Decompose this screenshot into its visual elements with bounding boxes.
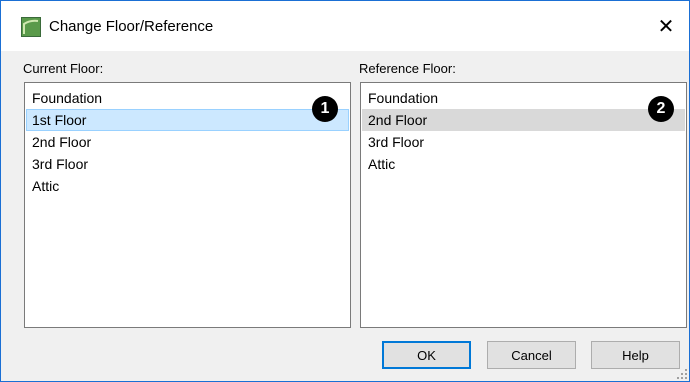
callout-badge-1: 1: [312, 96, 338, 122]
reference-floor-item[interactable]: 3rd Floor: [362, 131, 685, 153]
close-icon: ✕: [657, 15, 675, 38]
ok-button[interactable]: OK: [382, 341, 471, 369]
reference-floor-item[interactable]: Attic: [362, 153, 685, 175]
title-bar: Change Floor/Reference ✕: [1, 1, 689, 51]
reference-floor-list[interactable]: Foundation 2nd Floor 3rd Floor Attic: [360, 82, 687, 328]
callout-badge-2: 2: [648, 96, 674, 122]
reference-floor-item-selected[interactable]: 2nd Floor: [362, 109, 685, 131]
reference-floor-item[interactable]: Foundation: [362, 87, 685, 109]
help-button[interactable]: Help: [591, 341, 680, 369]
app-icon: [21, 17, 41, 37]
dialog-title: Change Floor/Reference: [49, 18, 214, 35]
change-floor-dialog: Change Floor/Reference ✕ Current Floor: …: [0, 0, 690, 382]
current-floor-item[interactable]: 2nd Floor: [26, 131, 349, 153]
close-button[interactable]: ✕: [643, 1, 689, 51]
resize-grip-icon[interactable]: [677, 369, 687, 379]
current-floor-label: Current Floor:: [23, 61, 104, 76]
current-floor-item[interactable]: Attic: [26, 175, 349, 197]
current-floor-item[interactable]: Foundation: [26, 87, 349, 109]
cancel-button[interactable]: Cancel: [487, 341, 576, 369]
current-floor-item[interactable]: 3rd Floor: [26, 153, 349, 175]
current-floor-list[interactable]: Foundation 1st Floor 2nd Floor 3rd Floor…: [24, 82, 351, 328]
current-floor-item-selected[interactable]: 1st Floor: [26, 109, 349, 131]
reference-floor-label: Reference Floor:: [359, 61, 456, 76]
